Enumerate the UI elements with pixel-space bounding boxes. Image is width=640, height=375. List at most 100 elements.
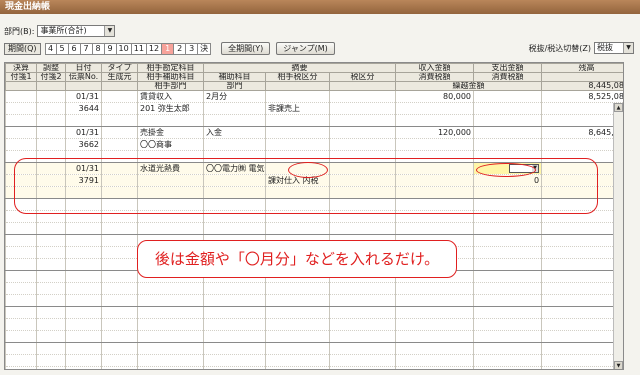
- grid-cell[interactable]: [36, 246, 66, 259]
- grid-cell[interactable]: [328, 114, 396, 127]
- grid-cell[interactable]: [328, 222, 396, 235]
- month-tab[interactable]: 12: [146, 42, 163, 55]
- col-header[interactable]: 摘要: [202, 63, 397, 73]
- scroll-down-icon[interactable]: ▼: [614, 361, 623, 369]
- full-period-button[interactable]: 全期間(Y): [221, 42, 271, 55]
- vertical-scrollbar[interactable]: ▲ ▼: [613, 103, 623, 369]
- grid-cell[interactable]: [203, 294, 266, 307]
- ledger-body[interactable]: 01/31 賃貸収入2月分 80,000 8,525,082 3644 201 弥生太郎 非…: [5, 90, 623, 369]
- grid-cell[interactable]: [5, 330, 37, 343]
- col-header[interactable]: 伝票No.: [65, 72, 102, 82]
- table-row[interactable]: 3662 〇〇商事: [5, 138, 623, 151]
- chevron-down-icon[interactable]: ▼: [104, 26, 115, 36]
- grid-cell[interactable]: [473, 114, 542, 127]
- grid-cell[interactable]: [395, 342, 474, 355]
- grid-cell[interactable]: [36, 114, 66, 127]
- grid-cell[interactable]: [473, 234, 542, 247]
- grid-cell[interactable]: [101, 126, 138, 139]
- grid-cell[interactable]: [328, 90, 396, 103]
- col-header[interactable]: 生成元: [101, 72, 138, 82]
- grid-cell[interactable]: [101, 114, 138, 127]
- grid-cell[interactable]: [265, 330, 330, 343]
- grid-cell[interactable]: [36, 270, 66, 283]
- grid-cell[interactable]: [137, 366, 204, 369]
- tax-class-cell[interactable]: 非課売上: [265, 102, 330, 115]
- col-header[interactable]: 残高: [541, 63, 623, 73]
- grid-cell[interactable]: [137, 354, 204, 367]
- grid-cell[interactable]: [395, 366, 474, 369]
- col-header[interactable]: 付箋2: [36, 72, 66, 82]
- grid-cell[interactable]: [65, 318, 102, 331]
- month-tab[interactable]: 9: [104, 42, 117, 55]
- grid-cell[interactable]: [473, 306, 542, 319]
- grid-cell[interactable]: [5, 270, 37, 283]
- month-tab[interactable]: 7: [80, 42, 93, 55]
- table-row[interactable]: [5, 330, 623, 343]
- month-tab[interactable]: 1: [162, 42, 175, 55]
- grid-cell[interactable]: [395, 294, 474, 307]
- grid-cell[interactable]: [36, 126, 66, 139]
- income-cell[interactable]: 80,000: [395, 90, 474, 103]
- grid-cell[interactable]: [5, 246, 37, 259]
- grid-cell[interactable]: [541, 114, 623, 127]
- grid-cell[interactable]: [265, 366, 330, 369]
- grid-cell[interactable]: [541, 138, 623, 151]
- month-tab[interactable]: 5: [56, 42, 69, 55]
- grid-cell[interactable]: [203, 366, 266, 369]
- sub-account-cell[interactable]: 201 弥生太郎: [137, 102, 204, 115]
- grid-cell[interactable]: [101, 354, 138, 367]
- table-row[interactable]: [5, 282, 623, 295]
- month-tab[interactable]: 3: [186, 42, 199, 55]
- tax-in-cell[interactable]: [395, 138, 474, 151]
- grid-cell[interactable]: [541, 354, 623, 367]
- account-cell[interactable]: 賃貸収入: [137, 90, 204, 103]
- grid-cell[interactable]: [5, 258, 37, 271]
- grid-cell[interactable]: [203, 306, 266, 319]
- col-header[interactable]: 相手勘定科目: [137, 63, 204, 73]
- grid-cell[interactable]: [541, 234, 623, 247]
- jump-button[interactable]: ジャンプ(M): [276, 42, 335, 55]
- grid-cell[interactable]: [203, 102, 266, 115]
- grid-cell[interactable]: [541, 342, 623, 355]
- grid-cell[interactable]: [101, 234, 138, 247]
- grid-cell[interactable]: [473, 366, 542, 369]
- col-header[interactable]: 相手税区分: [265, 72, 330, 82]
- col-header[interactable]: 収入金額: [395, 63, 475, 73]
- grid-cell[interactable]: [395, 282, 474, 295]
- table-row[interactable]: [5, 114, 623, 127]
- grid-cell[interactable]: [36, 102, 66, 115]
- grid-cell[interactable]: [328, 330, 396, 343]
- col-header[interactable]: 相手部門: [137, 81, 204, 91]
- grid-cell[interactable]: [203, 282, 266, 295]
- grid-cell[interactable]: [36, 258, 66, 271]
- table-row[interactable]: [5, 294, 623, 307]
- grid-cell[interactable]: [65, 270, 102, 283]
- expense-cell[interactable]: [473, 126, 542, 139]
- grid-cell[interactable]: [328, 138, 396, 151]
- grid-cell[interactable]: [5, 366, 37, 369]
- grid-cell[interactable]: [36, 354, 66, 367]
- grid-cell[interactable]: [36, 342, 66, 355]
- dept-select[interactable]: 事業所(合計) ▼: [37, 25, 116, 37]
- col-header[interactable]: タイプ: [101, 63, 138, 73]
- grid-cell[interactable]: [5, 294, 37, 307]
- tax-in-cell[interactable]: [395, 102, 474, 115]
- grid-cell[interactable]: [541, 222, 623, 235]
- month-tab[interactable]: 4: [44, 42, 57, 55]
- grid-cell[interactable]: [101, 90, 138, 103]
- grid-cell[interactable]: [473, 258, 542, 271]
- grid-cell[interactable]: [65, 366, 102, 369]
- grid-cell[interactable]: [395, 222, 474, 235]
- grid-cell[interactable]: [101, 282, 138, 295]
- month-tab[interactable]: 2: [174, 42, 187, 55]
- balance-cell[interactable]: 8,645,082: [541, 126, 623, 139]
- sub-account-cell[interactable]: 〇〇商事: [137, 138, 204, 151]
- grid-cell[interactable]: [101, 258, 138, 271]
- slip-no-cell[interactable]: 3644: [65, 102, 102, 115]
- grid-cell[interactable]: [265, 90, 330, 103]
- tax-out-cell[interactable]: [473, 138, 542, 151]
- grid-cell[interactable]: [65, 258, 102, 271]
- grid-cell[interactable]: [265, 306, 330, 319]
- tax-out-cell[interactable]: [473, 102, 542, 115]
- col-header[interactable]: 部門: [203, 81, 266, 91]
